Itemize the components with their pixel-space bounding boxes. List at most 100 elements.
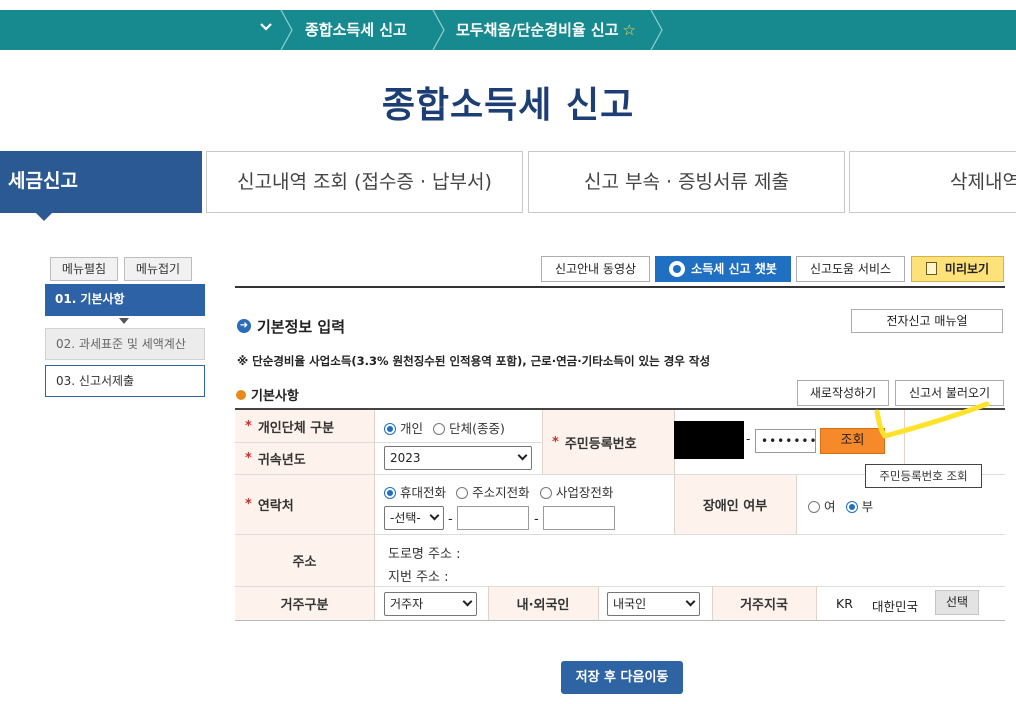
residence-select[interactable]: 거주자 [384,592,477,616]
radio-label: 휴대전화 [400,485,447,500]
step-basic-info[interactable]: 01. 기본사항 [45,284,205,316]
residence-select-value: 거주자 [390,597,424,611]
lot-address: 지번 주소 : [388,570,449,585]
breadcrumb-separator [432,10,445,50]
header-divider [235,286,1005,288]
document-icon [925,262,937,275]
grid-line [712,586,713,620]
year-select[interactable]: 2023 [384,446,532,470]
breadcrumb-separator [650,10,663,50]
chevron-down-icon [462,596,473,607]
radio-button[interactable] [808,500,820,513]
radio-button[interactable] [845,500,858,513]
chatbot-button[interactable]: 소득세 신고 챗봇 [655,256,791,282]
phone-middle-input[interactable] [457,506,529,530]
page-title: 종합소득세 신고 [381,85,635,126]
subsection-title: 기본사항 [236,385,299,404]
step-tax-calculation[interactable]: 02. 과세표준 및 세액계산 [45,328,205,360]
e-filing-manual-button[interactable]: 전자신고 매뉴얼 [851,309,1003,333]
chevron-down-icon[interactable] [256,20,276,40]
disabled-radio-group: 여 부 [808,496,879,515]
tab-filing-history[interactable]: 신고내역 조회 (접수증 · 납부서) [206,151,523,213]
chevron-down-icon [429,510,440,521]
tab-pointer [34,211,54,221]
radio-label: 주소지전화 [472,485,530,500]
chevron-down-icon [685,596,696,607]
chevron-down-icon [517,450,528,461]
type-label: * 개인단체 구분 [235,410,374,442]
grid-line [235,586,1005,587]
contact-label: * 연락처 [235,474,374,534]
rrn-first-masked [674,421,744,459]
rrn-label-text: 주민등록번호 [564,436,637,452]
radio-button[interactable] [433,422,446,435]
radio-label: 여 [824,499,836,514]
radio-disabled-yes[interactable]: 여 [808,499,836,514]
phone-dash: - [534,512,539,527]
bullet-icon [236,389,246,400]
nationality-label: 내·외국인 [488,586,598,620]
preview-label: 미리보기 [944,262,990,276]
nationality-select-value: 내국인 [613,597,647,611]
radio-business-phone[interactable]: 사업장전화 [539,485,613,500]
grid-line [374,410,375,620]
section-title: ➜ 기본정보 입력 [237,316,345,337]
radio-home-phone[interactable]: 주소지전화 [456,485,530,500]
breadcrumb-separator [280,10,293,50]
breadcrumb-label: 모두채움/단순경비율 신고 [456,21,619,39]
phone-dash: - [448,512,453,527]
tab-deleted-history[interactable]: 삭제내역 [849,151,1016,213]
rrn-second-input[interactable]: ••••••• [755,429,817,453]
disabled-label: 장애인 여부 [674,474,796,534]
country-select-button[interactable]: 선택 [935,590,979,615]
phone-last-input[interactable] [543,506,615,530]
tab-attachments[interactable]: 신고 부속 · 증빙서류 제출 [528,151,845,213]
save-next-button[interactable]: 저장 후 다음이동 [561,661,683,694]
type-radio-group: 개인 단체(종중) [384,418,511,437]
address-label: 주소 [235,534,374,586]
nationality-select[interactable]: 내국인 [607,592,700,616]
rrn-label: * 주민등록번호 [542,410,674,474]
contact-label-text: 연락처 [257,498,294,514]
top-breadcrumb-bar: 종합소득세 신고 모두채움/단순경비율 신고 ☆ [0,10,1016,50]
grid-line [235,534,1005,535]
year-label-text: 귀속년도 [257,452,306,468]
phone-prefix-select[interactable]: -선택- [384,506,444,530]
menu-collapse-button[interactable]: 메뉴접기 [124,257,192,281]
star-icon[interactable]: ☆ [623,21,636,39]
radio-mobile[interactable]: 휴대전화 [384,485,446,500]
preview-button[interactable]: 미리보기 [911,256,1004,282]
grid-line [816,586,817,620]
grid-line [542,410,543,474]
step-submit[interactable]: 03. 신고서제출 [45,365,205,397]
arrow-circle-icon: ➜ [237,318,251,333]
guide-video-button[interactable]: 신고안내 동영상 [541,256,650,282]
radio-button[interactable] [456,486,469,499]
phone-prefix-value: -선택- [390,511,421,525]
breadcrumb-item-income-tax[interactable]: 종합소득세 신고 [305,10,407,50]
radio-button[interactable] [539,486,552,499]
section-title-text: 기본정보 입력 [257,318,346,336]
radio-individual[interactable]: 개인 [384,421,423,436]
rrn-dash: - [746,432,751,446]
rrn-lookup-tooltip: 주민등록번호 조회 [865,464,982,488]
radio-button[interactable] [384,486,396,499]
year-select-value: 2023 [390,451,421,465]
subsection-title-text: 기본사항 [251,389,299,404]
step-arrow-icon [119,318,129,324]
radio-label: 단체(종중) [449,421,505,436]
tab-tax-filing[interactable]: 세금신고 [0,151,202,221]
grid-line [488,586,489,620]
filing-help-button[interactable]: 신고도움 서비스 [796,256,905,282]
highlight-annotation [874,401,990,439]
radio-button[interactable] [384,422,396,435]
menu-expand-button[interactable]: 메뉴펼침 [50,257,118,281]
type-label-text: 개인단체 구분 [257,420,335,436]
grid-line [598,586,599,620]
road-address: 도로명 주소 : [388,547,461,562]
radio-disabled-no[interactable]: 부 [845,499,873,514]
notice-text: ※ 단순경비율 사업소득(3.3% 원천징수된 인적용역 포함), 근로·연금·… [237,354,711,368]
breadcrumb-item-simple-filing[interactable]: 모두채움/단순경비율 신고 ☆ [456,10,636,50]
radio-group-entity[interactable]: 단체(종중) [433,421,505,436]
country-name: 대한민국 [872,599,919,614]
